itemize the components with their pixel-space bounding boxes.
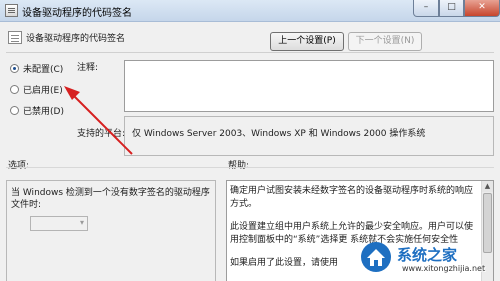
header-divider: [6, 52, 494, 53]
radio-label: 已禁用(D): [23, 107, 64, 117]
radio-label: 已启用(E): [23, 86, 63, 96]
comment-textarea[interactable]: [124, 60, 494, 112]
radio-enabled[interactable]: 已启用(E): [10, 83, 63, 96]
help-label: 帮助:: [228, 161, 250, 171]
supported-platforms-label: 支持的平台:: [77, 129, 126, 139]
scroll-up-icon[interactable]: ▲: [482, 181, 493, 192]
site-watermark: 系统之家 www.xitongzhijia.net: [360, 239, 498, 279]
setting-icon: [8, 31, 22, 44]
radio-not-configured[interactable]: 未配置(C): [10, 62, 63, 75]
maximize-button[interactable]: □: [439, 0, 464, 17]
minimize-button[interactable]: –: [413, 0, 439, 17]
radio-button[interactable]: [10, 106, 19, 115]
watermark-name: 系统之家: [397, 246, 458, 264]
driver-action-select[interactable]: [30, 216, 88, 231]
radio-button[interactable]: [10, 64, 19, 73]
watermark-url: www.xitongzhijia.net: [402, 264, 486, 273]
section-divider: [6, 167, 494, 168]
supported-platforms-value: 仅 Windows Server 2003、Windows XP 和 Windo…: [124, 116, 494, 156]
options-text: 当 Windows 检测到一个没有数字签名的驱动程序文件时:: [11, 188, 210, 210]
title-bar: 设备驱动程序的代码签名 – □ ✕: [0, 0, 500, 22]
options-label: 选项:: [8, 161, 30, 171]
next-setting-button[interactable]: 下一个设置(N): [348, 32, 422, 51]
radio-button[interactable]: [10, 85, 19, 94]
house-logo-icon: [361, 242, 391, 272]
setting-title: 设备驱动程序的代码签名: [26, 34, 126, 44]
radio-label: 未配置(C): [23, 65, 64, 75]
previous-setting-button[interactable]: 上一个设置(P): [270, 32, 344, 51]
window-title: 设备驱动程序的代码签名: [22, 8, 132, 19]
comment-label: 注释:: [77, 63, 99, 73]
radio-disabled[interactable]: 已禁用(D): [10, 104, 64, 117]
policy-icon: [5, 4, 18, 17]
help-paragraph: 确定用户试图安装未经数字签名的设备驱动程序时系统的响应方式。: [230, 186, 474, 209]
close-button[interactable]: ✕: [464, 0, 500, 17]
